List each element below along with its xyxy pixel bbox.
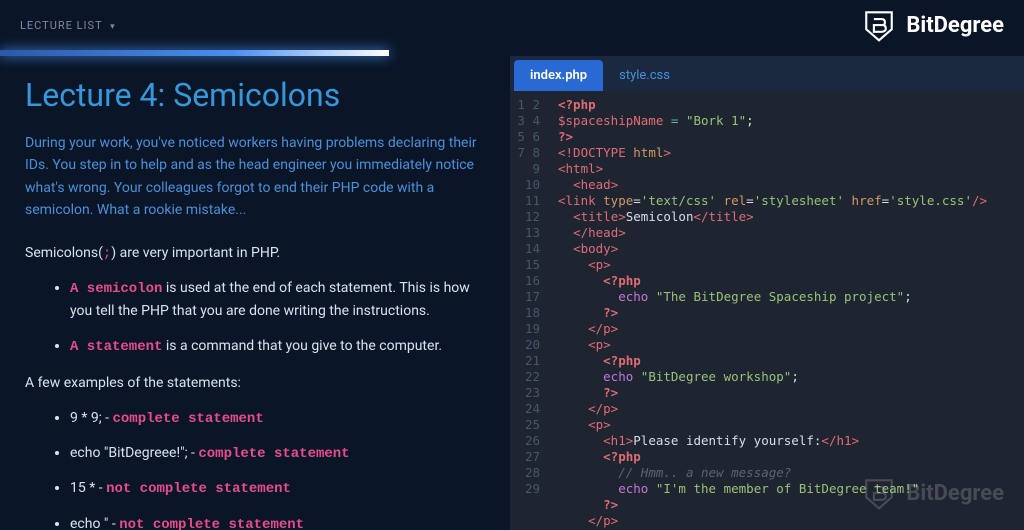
lecture-intro: During your work, you've noticed workers… — [25, 132, 485, 222]
brand-text: BitDegree — [906, 13, 1004, 38]
status-complete: complete statement — [198, 446, 349, 462]
main: Lecture 4: Semicolons During your work, … — [0, 56, 1024, 530]
semicolons-para: Semicolons(;) are very important in PHP. — [25, 242, 485, 265]
list-item: 15 * - not complete statement — [70, 477, 485, 500]
lecture-content: Lecture 4: Semicolons During your work, … — [0, 56, 510, 530]
definition-list: A semicolon is used at the end of each s… — [25, 277, 485, 358]
bitdegree-shield-icon — [862, 8, 896, 42]
list-item: 9 * 9; - complete statement — [70, 407, 485, 430]
editor-body[interactable]: 1 2 3 4 5 6 7 8 9 10 11 12 13 14 15 16 1… — [510, 91, 1024, 530]
code-editor: index.php style.css 1 2 3 4 5 6 7 8 9 10… — [510, 56, 1024, 530]
list-item: A statement is a command that you give t… — [70, 335, 485, 358]
lecture-list-label: LECTURE LIST — [20, 19, 102, 32]
examples-heading: A few examples of the statements: — [25, 372, 485, 394]
header: LECTURE LIST ▾ BitDegree — [0, 0, 1024, 50]
status-incomplete: not complete statement — [119, 517, 304, 530]
status-incomplete: not complete statement — [106, 481, 291, 497]
progress-bar — [0, 50, 1024, 56]
progress-fill — [0, 50, 389, 56]
tab-index-php[interactable]: index.php — [514, 60, 603, 91]
keyword-statement: A statement — [70, 339, 162, 355]
keyword-semicolon: A semicolon — [70, 281, 162, 297]
list-item: echo "BitDegreee!"; - complete statement — [70, 442, 485, 465]
brand-logo: BitDegree — [862, 8, 1004, 42]
chevron-down-icon: ▾ — [110, 22, 116, 32]
status-complete: complete statement — [113, 411, 264, 427]
editor-tabs: index.php style.css — [510, 56, 1024, 91]
lecture-title: Lecture 4: Semicolons — [25, 76, 485, 114]
list-item: echo " - not complete statement — [70, 513, 485, 530]
lecture-list-dropdown[interactable]: LECTURE LIST ▾ — [20, 19, 116, 32]
line-gutter: 1 2 3 4 5 6 7 8 9 10 11 12 13 14 15 16 1… — [510, 91, 550, 530]
list-item: A semicolon is used at the end of each s… — [70, 277, 485, 323]
tab-style-css[interactable]: style.css — [603, 60, 686, 91]
code-area[interactable]: <?php $spaceshipName = "Bork 1"; ?> <!DO… — [550, 91, 1024, 530]
examples-list: 9 * 9; - complete statement echo "BitDeg… — [25, 407, 485, 530]
